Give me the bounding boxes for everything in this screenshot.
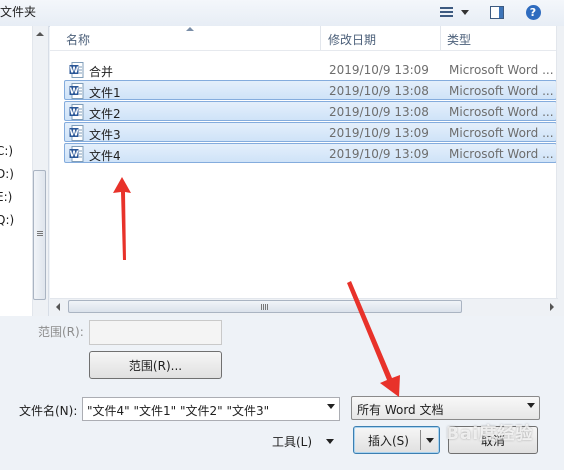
file-name: 文件2 <box>89 107 121 121</box>
nav-drive-q[interactable]: Q:) <box>0 213 14 227</box>
file-date: 2019/10/9 13:09 <box>329 126 429 140</box>
file-name: 合并 <box>89 65 114 79</box>
range-button[interactable]: 范围(R)... <box>89 351 222 379</box>
scroll-left-icon[interactable] <box>56 303 60 311</box>
filetype-combobox[interactable]: 所有 Word 文档 <box>351 396 540 420</box>
help-button[interactable]: ? <box>522 2 544 22</box>
column-header-type[interactable]: 类型 <box>447 31 471 48</box>
insert-button[interactable]: 插入(S) <box>353 426 440 454</box>
file-name: 文件3 <box>89 128 121 142</box>
help-icon: ? <box>525 4 541 20</box>
file-list: 名称 修改日期 类型 W 合并 2019/10/9 13:09 Microsoft W… <box>50 26 564 316</box>
chevron-down-icon[interactable] <box>527 403 535 408</box>
chevron-down-icon[interactable] <box>327 404 335 409</box>
file-type: Microsoft Word ... <box>449 105 554 119</box>
svg-text:W: W <box>70 66 79 75</box>
file-date: 2019/10/9 13:08 <box>329 105 429 119</box>
tools-label[interactable]: 工具(L) <box>272 433 312 450</box>
filename-value[interactable]: "文件4" "文件1" "文件2" "文件3" <box>87 402 269 419</box>
filetype-value[interactable]: 所有 Word 文档 <box>357 401 443 418</box>
sort-ascending-icon <box>186 27 194 31</box>
file-type: Microsoft Word ... <box>449 147 554 161</box>
insert-label[interactable]: 插入(S) <box>368 432 409 449</box>
file-row[interactable]: W 文件3 2019/10/9 13:09 Microsoft Word ... <box>64 122 557 142</box>
split-divider <box>420 430 421 450</box>
column-header-date[interactable]: 修改日期 <box>328 31 376 48</box>
tools-menu[interactable]: 工具(L) <box>270 432 336 450</box>
watermark: Bai度经验 <box>446 424 534 444</box>
file-type: Microsoft Word ... <box>449 84 554 98</box>
word-document-icon: W <box>69 146 84 162</box>
file-row[interactable]: W 合并 2019/10/9 13:09 Microsoft Word ... <box>64 59 557 79</box>
file-list-vertical-scrollbar[interactable] <box>556 26 564 316</box>
word-document-icon: W <box>69 83 84 99</box>
range-input[interactable] <box>89 320 222 345</box>
file-row[interactable]: W 文件4 2019/10/9 13:09 Microsoft Word ... <box>64 143 557 163</box>
column-header: 名称 修改日期 类型 <box>50 26 564 51</box>
chevron-down-icon <box>326 439 334 444</box>
scroll-up-icon[interactable] <box>36 32 44 36</box>
word-document-icon: W <box>69 125 84 141</box>
word-document-icon: W <box>69 104 84 120</box>
word-document-icon: W <box>69 62 84 78</box>
toolbar: 文件夹 ? <box>0 0 564 27</box>
column-header-name[interactable]: 名称 <box>66 31 90 48</box>
file-name: 文件1 <box>89 86 121 100</box>
preview-pane-button[interactable] <box>486 2 508 22</box>
file-type: Microsoft Word ... <box>449 126 554 140</box>
file-row[interactable]: W 文件2 2019/10/9 13:08 Microsoft Word ... <box>64 101 557 121</box>
svg-text:W: W <box>70 129 79 138</box>
view-grid-icon <box>439 6 453 18</box>
grip-icon <box>261 304 268 310</box>
file-type: Microsoft Word ... <box>449 63 554 77</box>
nav-drive-d[interactable]: D:) <box>0 167 14 181</box>
nav-drive-c[interactable]: C:) <box>0 144 13 158</box>
file-date: 2019/10/9 13:09 <box>329 147 429 161</box>
nav-drive-e[interactable]: E:) <box>0 190 12 204</box>
view-options-button[interactable] <box>434 2 474 22</box>
svg-text:W: W <box>70 150 79 159</box>
filename-combobox[interactable]: "文件4" "文件1" "文件2" "文件3" <box>82 397 340 421</box>
nav-scroll-thumb[interactable] <box>33 170 46 300</box>
chevron-down-icon[interactable] <box>426 438 434 443</box>
file-date: 2019/10/9 13:08 <box>329 84 429 98</box>
file-date: 2019/10/9 13:09 <box>329 63 429 77</box>
preview-pane-icon <box>490 5 504 19</box>
file-list-scroll-thumb[interactable] <box>68 300 462 313</box>
svg-text:W: W <box>70 87 79 96</box>
svg-text:W: W <box>70 108 79 117</box>
scroll-right-icon[interactable] <box>550 303 554 311</box>
file-row[interactable]: W 文件1 2019/10/9 13:08 Microsoft Word ... <box>64 80 557 100</box>
grip-icon <box>37 231 43 237</box>
file-name: 文件4 <box>89 149 121 163</box>
chevron-down-icon <box>460 9 469 15</box>
breadcrumb[interactable]: 文件夹 <box>0 3 36 20</box>
range-label: 范围(R): <box>38 325 84 339</box>
filename-label: 文件名(N): <box>19 404 78 418</box>
